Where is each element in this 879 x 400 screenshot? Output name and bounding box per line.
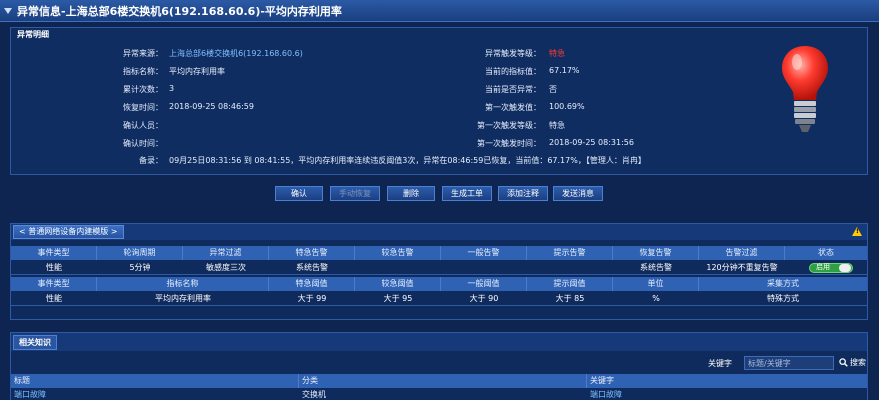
table-cell: 系统告警 <box>640 263 672 272</box>
template-panel: < 普通网络设备内建模版 > ! 事件类型 轮询周期 异常过滤 特急告警 较急告… <box>10 223 868 320</box>
table-cell: 大于 90 <box>469 294 499 303</box>
header-cell: 较急阈值 <box>355 277 441 291</box>
search-button[interactable]: 搜索 <box>839 357 866 368</box>
metric-value: 平均内存利用率 <box>169 67 225 76</box>
confirm-person-label: 确认人员： <box>123 121 163 130</box>
template-row-2: 性能 平均内存利用率 大于 99 大于 95 大于 90 大于 85 % 特殊方… <box>11 292 867 306</box>
manual-recover-button[interactable]: 手动恢复 <box>330 186 380 201</box>
toggle-label: 启用 <box>816 263 830 271</box>
knowledge-tab[interactable]: 相关知识 <box>13 335 57 350</box>
table-cell: 大于 85 <box>555 294 585 303</box>
create-ticket-button[interactable]: 生成工单 <box>442 186 492 201</box>
exception-detail-panel: 异常明细 异常来源： 上海总部6楼交换机6(192.168.60.6) 异常触发… <box>10 27 868 175</box>
table-cell: 特殊方式 <box>767 294 799 303</box>
recover-time-value: 2018-09-25 08:46:59 <box>169 102 254 111</box>
page-title: 异常信息-上海总部6楼交换机6(192.168.60.6)-平均内存利用率 <box>17 4 342 18</box>
template-header-row-2: 事件类型 指标名称 特急阈值 较急阈值 一般阈值 提示阈值 单位 采集方式 <box>11 277 867 291</box>
table-cell: 大于 99 <box>297 294 327 303</box>
alert-bulb-icon <box>782 46 828 132</box>
recover-time-label: 恢复时间： <box>123 103 163 112</box>
header-cell: 一般阈值 <box>441 277 527 291</box>
keyword-input[interactable] <box>744 356 834 370</box>
header-cell: 采集方式 <box>767 279 799 288</box>
current-value-label: 当前的指标值： <box>485 67 541 76</box>
header-cell: 告警过滤 <box>699 246 785 260</box>
confirm-button[interactable]: 确认 <box>275 186 323 201</box>
knowledge-tabbar: 相关知识 <box>11 333 867 351</box>
table-cell <box>441 261 527 275</box>
header-cell: 提示告警 <box>527 246 613 260</box>
table-cell <box>355 261 441 275</box>
header-cell: 异常过滤 <box>183 246 269 260</box>
header-cell: 标题 <box>11 374 299 388</box>
header-cell: 指标名称 <box>97 277 269 291</box>
table-cell: 性能 <box>46 294 62 303</box>
knowledge-search-bar: 关键字 搜索 <box>11 355 867 371</box>
header-cell: 特急阈值 <box>269 277 355 291</box>
header-cell: 特急告警 <box>269 246 355 260</box>
table-cell: 系统告警 <box>296 263 328 272</box>
table-cell: 敏感度三次 <box>206 263 246 272</box>
collapse-triangle-icon[interactable] <box>4 7 12 14</box>
first-time-label: 第一次触发时间： <box>477 139 541 148</box>
table-row: 端口故障 交换机 端口故障 <box>11 388 867 400</box>
header-cell: 事件类型 <box>11 277 97 291</box>
header-cell: 分类 <box>299 374 587 388</box>
table-cell <box>527 261 613 275</box>
table-cell: 5分钟 <box>129 263 151 272</box>
level-value: 特急 <box>549 49 565 58</box>
first-value-label: 第一次触发值： <box>485 103 541 112</box>
add-note-button[interactable]: 添加注释 <box>498 186 548 201</box>
is-abnormal-label: 当前是否异常： <box>485 85 541 94</box>
count-label: 累计次数： <box>123 85 163 94</box>
template-tabbar: < 普通网络设备内建模版 > ! <box>11 224 867 240</box>
header-cell: 轮询周期 <box>97 246 183 260</box>
template-header-row-1: 事件类型 轮询周期 异常过滤 特急告警 较急告警 一般告警 提示告警 恢复告警 … <box>11 246 867 260</box>
table-cell: 大于 95 <box>383 294 413 303</box>
header-cell: 一般告警 <box>441 246 527 260</box>
remark-value: 09月25日08:31:56 到 08:41:55，平均内存利用率连续违反阈值3… <box>169 156 646 165</box>
current-value: 67.17% <box>549 66 580 75</box>
table-cell: 交换机 <box>302 390 326 399</box>
search-label: 搜索 <box>850 358 866 367</box>
header-cell: 事件类型 <box>11 246 97 260</box>
panel-title: 异常明细 <box>17 30 49 39</box>
table-cell: % <box>652 294 660 303</box>
toggle-knob <box>839 264 851 272</box>
header-cell: 单位 <box>613 277 699 291</box>
table-cell: 性能 <box>46 263 62 272</box>
remark-label: 备录： <box>139 156 163 165</box>
knowledge-title-link[interactable]: 端口故障 <box>11 388 299 400</box>
header-cell: 较急告警 <box>355 246 441 260</box>
header-cell: 关键字 <box>590 376 614 385</box>
table-cell: 端口故障 <box>590 390 622 399</box>
send-message-button[interactable]: 发送消息 <box>553 186 603 201</box>
knowledge-panel: 相关知识 关键字 搜索 标题 分类 关键字 端口故障 交换机 端口故障 <box>10 332 868 400</box>
first-level-value: 特急 <box>549 121 565 130</box>
window-titlebar: 异常信息-上海总部6楼交换机6(192.168.60.6)-平均内存利用率 <box>0 0 879 22</box>
template-tab[interactable]: < 普通网络设备内建模版 > <box>13 225 124 239</box>
header-cell: 提示阈值 <box>527 277 613 291</box>
first-time-value: 2018-09-25 08:31:56 <box>549 138 634 147</box>
header-cell: 状态 <box>818 248 834 257</box>
status-toggle[interactable]: 启用 <box>809 263 853 273</box>
table-cell: 120分钟不重复告警 <box>706 263 778 272</box>
first-value-value: 100.69% <box>549 102 585 111</box>
template-row-1: 性能 5分钟 敏感度三次 系统告警 系统告警 120分钟不重复告警 启用 <box>11 261 867 275</box>
warning-icon: ! <box>852 227 862 236</box>
search-icon <box>839 358 848 367</box>
knowledge-header-row: 标题 分类 关键字 <box>11 374 867 388</box>
level-label: 异常触发等级： <box>485 49 541 58</box>
table-cell: 平均内存利用率 <box>155 294 211 303</box>
confirm-time-label: 确认时间： <box>123 139 163 148</box>
first-level-label: 第一次触发等级： <box>477 121 541 130</box>
source-label: 异常来源： <box>123 49 163 58</box>
header-cell: 恢复告警 <box>613 246 699 260</box>
delete-button[interactable]: 删除 <box>387 186 435 201</box>
source-value-link[interactable]: 上海总部6楼交换机6(192.168.60.6) <box>169 48 303 59</box>
is-abnormal-value: 否 <box>549 85 557 94</box>
count-value: 3 <box>169 84 175 93</box>
keyword-label: 关键字 <box>708 359 732 368</box>
metric-label: 指标名称： <box>123 67 163 76</box>
